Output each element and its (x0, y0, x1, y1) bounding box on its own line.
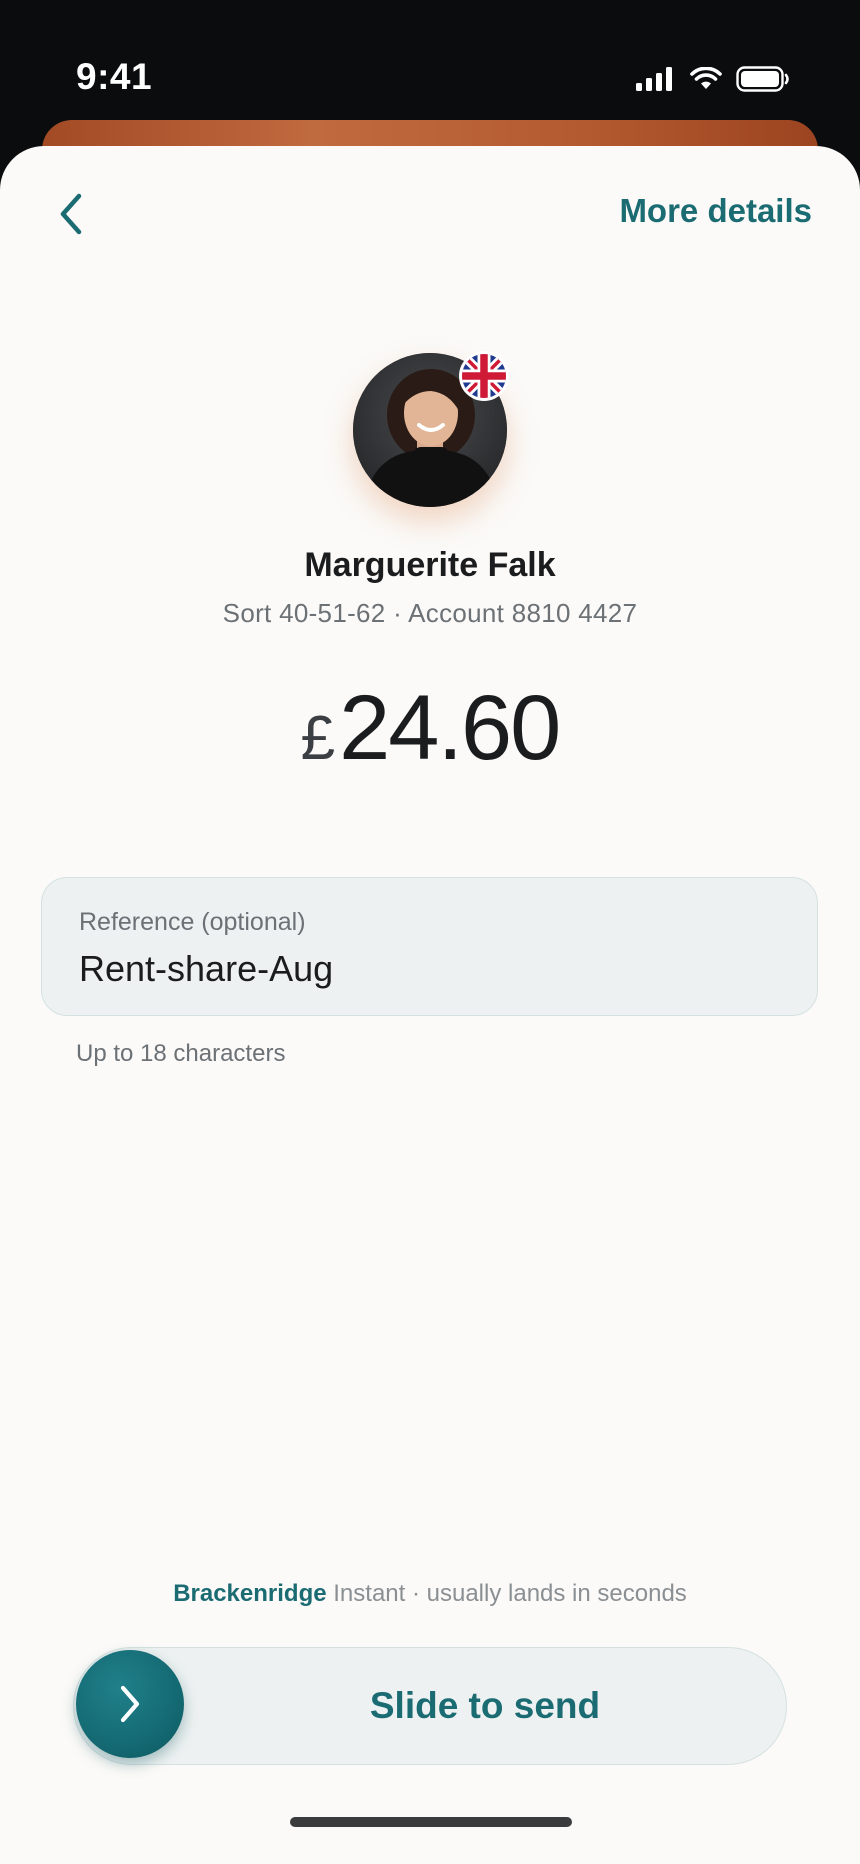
amount-value: 24.60 (339, 677, 561, 779)
status-icons (636, 64, 790, 94)
currency-symbol: £ (300, 704, 336, 773)
back-button[interactable] (46, 184, 96, 244)
cellular-signal-icon (636, 67, 672, 91)
reference-label: Reference (optional) (79, 908, 306, 936)
chevron-right-icon (120, 1685, 140, 1723)
chevron-left-icon (60, 193, 82, 235)
transfer-brand: Brackenridge (173, 1580, 327, 1607)
home-indicator (290, 1817, 572, 1827)
payee-avatar-group (353, 351, 509, 507)
payee-name: Marguerite Falk (304, 546, 556, 584)
slider-label: Slide to send (369, 1684, 601, 1726)
more-details-link[interactable]: More details (619, 192, 812, 230)
payee-account-details: Sort 40-51-62 · Account 8810 4427 (222, 598, 638, 628)
slider-handle[interactable] (76, 1650, 184, 1758)
reference-field[interactable]: Reference (optional) Rent-share-Aug (41, 877, 818, 1016)
reference-input[interactable]: Rent-share-Aug (79, 948, 333, 990)
wifi-icon (690, 67, 722, 89)
battery-icon (736, 66, 789, 92)
reference-helper-text: Up to 18 characters (76, 1040, 286, 1067)
slide-to-send-slider[interactable]: Slide to send (73, 1647, 787, 1765)
status-time: 9:41 (76, 56, 153, 97)
amount-display[interactable]: £ 24.60 (0, 676, 860, 781)
transfer-speed-text: Instant · usually lands in seconds (333, 1580, 687, 1607)
transfer-speed-note: Brackenridge Instant · usually lands in … (0, 1580, 860, 1608)
uk-flag-icon (459, 351, 509, 401)
